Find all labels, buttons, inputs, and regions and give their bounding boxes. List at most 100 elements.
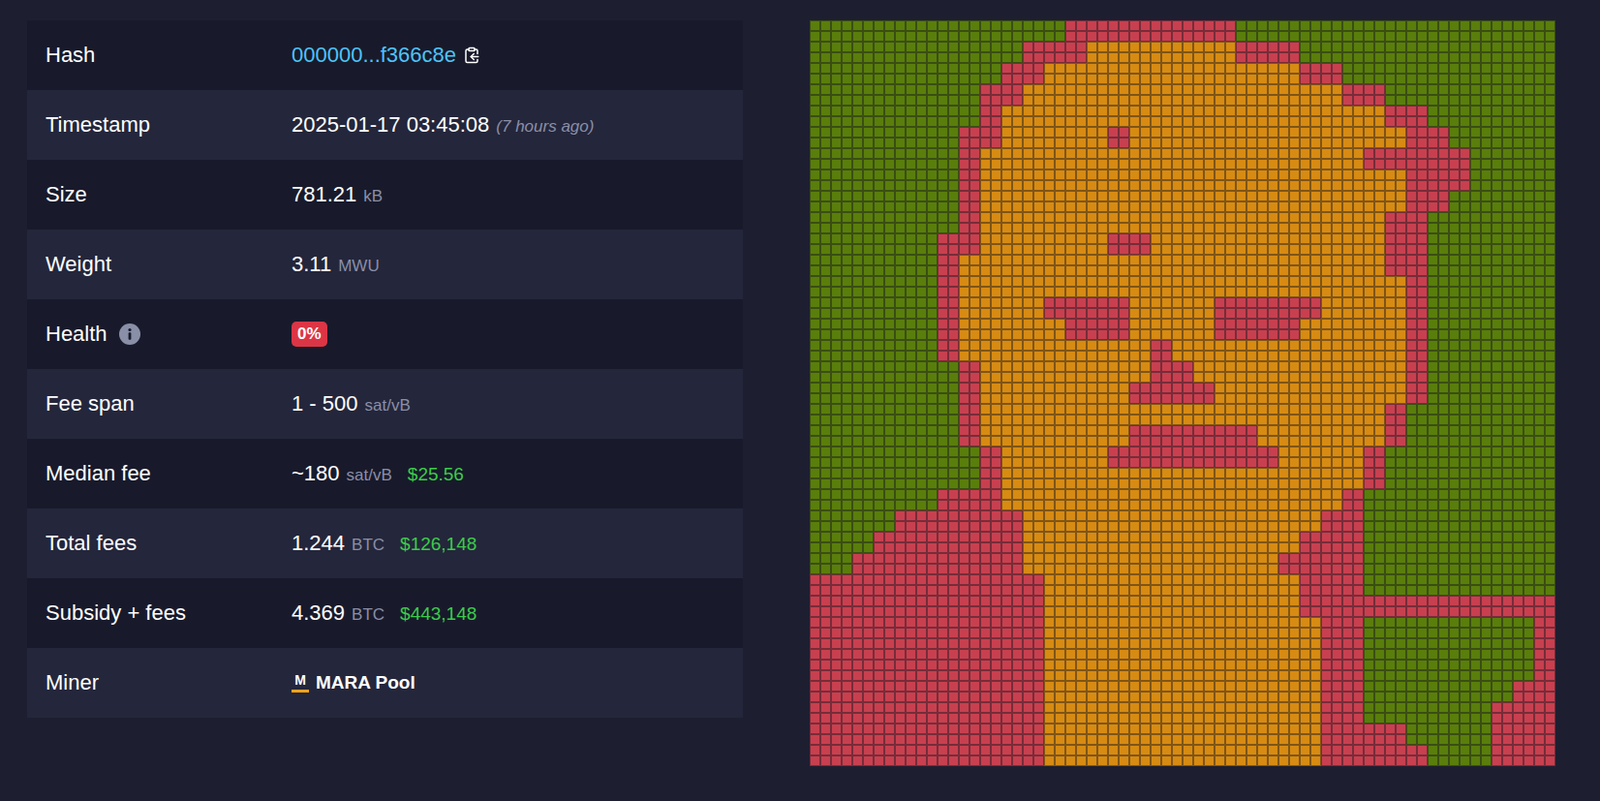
tx-cell[interactable] [1065, 190, 1077, 202]
tx-cell[interactable] [1480, 265, 1492, 277]
tx-cell[interactable] [1214, 276, 1226, 287]
tx-cell[interactable] [1203, 265, 1215, 277]
tx-cell[interactable] [958, 222, 970, 234]
tx-cell[interactable] [1033, 73, 1045, 85]
tx-cell[interactable] [820, 41, 831, 53]
tx-cell[interactable] [1129, 222, 1140, 234]
tx-cell[interactable] [820, 190, 831, 202]
tx-cell[interactable] [1470, 169, 1481, 181]
tx-cell[interactable] [1139, 233, 1151, 245]
tx-cell[interactable] [916, 62, 927, 74]
tx-cell[interactable] [1065, 137, 1077, 149]
tx-cell[interactable] [1331, 180, 1343, 191]
tx-cell[interactable] [1427, 41, 1439, 53]
tx-cell[interactable] [1203, 307, 1215, 319]
tx-cell[interactable] [1438, 276, 1449, 287]
tx-cell[interactable] [1395, 20, 1407, 31]
tx-cell[interactable] [1448, 254, 1460, 266]
tx-cell[interactable] [1544, 190, 1556, 202]
tx-cell[interactable] [1384, 20, 1396, 31]
tx-cell[interactable] [1470, 286, 1481, 298]
tx-cell[interactable] [852, 52, 863, 63]
tx-cell[interactable] [809, 169, 821, 181]
tx-cell[interactable] [1076, 244, 1087, 255]
tx-cell[interactable] [1001, 276, 1013, 287]
tx-cell[interactable] [1353, 73, 1364, 85]
tx-cell[interactable] [1395, 190, 1407, 202]
tx-cell[interactable] [1044, 201, 1055, 213]
tx-cell[interactable] [1118, 126, 1130, 138]
tx-cell[interactable] [1076, 190, 1087, 202]
tx-cell[interactable] [1097, 52, 1108, 63]
tx-cell[interactable] [1502, 73, 1513, 85]
tx-cell[interactable] [1033, 20, 1045, 31]
tx-cell[interactable] [1171, 73, 1183, 85]
tx-cell[interactable] [830, 52, 842, 63]
tx-cell[interactable] [1502, 84, 1513, 95]
tx-cell[interactable] [1289, 254, 1300, 266]
tx-cell[interactable] [1012, 190, 1023, 202]
tx-cell[interactable] [873, 20, 885, 31]
tx-cell[interactable] [1086, 190, 1098, 202]
tx-cell[interactable] [926, 276, 938, 287]
tx-cell[interactable] [1427, 276, 1439, 287]
tx-cell[interactable] [1065, 94, 1077, 106]
tx-cell[interactable] [1331, 105, 1343, 117]
tx-cell[interactable] [1491, 212, 1503, 223]
tx-cell[interactable] [1363, 52, 1375, 63]
tx-cell[interactable] [1246, 233, 1258, 245]
tx-cell[interactable] [1448, 126, 1460, 138]
tx-cell[interactable] [969, 244, 981, 255]
tx-cell[interactable] [1257, 254, 1268, 266]
tx-cell[interactable] [841, 265, 853, 277]
tx-cell[interactable] [1246, 73, 1258, 85]
tx-cell[interactable] [1214, 190, 1226, 202]
tx-cell[interactable] [1171, 148, 1183, 159]
tx-cell[interactable] [948, 169, 959, 181]
tx-cell[interactable] [1139, 126, 1151, 138]
tx-cell[interactable] [1534, 222, 1545, 234]
tx-cell[interactable] [1374, 20, 1385, 31]
tx-cell[interactable] [1384, 126, 1396, 138]
tx-cell[interactable] [990, 286, 1002, 298]
tx-cell[interactable] [1342, 52, 1354, 63]
tx-cell[interactable] [1321, 94, 1332, 106]
tx-cell[interactable] [830, 62, 842, 74]
tx-cell[interactable] [841, 254, 853, 266]
tx-cell[interactable] [1331, 190, 1343, 202]
tx-cell[interactable] [1512, 180, 1524, 191]
tx-cell[interactable] [1395, 222, 1407, 234]
tx-cell[interactable] [862, 233, 874, 245]
tx-cell[interactable] [1544, 254, 1556, 266]
tx-cell[interactable] [1054, 212, 1066, 223]
tx-cell[interactable] [1480, 276, 1492, 287]
tx-cell[interactable] [1065, 158, 1077, 170]
tx-cell[interactable] [1512, 201, 1524, 213]
tx-cell[interactable] [1523, 41, 1535, 53]
tx-cell[interactable] [1342, 265, 1354, 277]
tx-cell[interactable] [1299, 137, 1311, 149]
tx-cell[interactable] [1289, 137, 1300, 149]
tx-cell[interactable] [1427, 244, 1439, 255]
tx-cell[interactable] [1054, 62, 1066, 74]
tx-cell[interactable] [1395, 201, 1407, 213]
tx-cell[interactable] [1118, 30, 1130, 42]
tx-cell[interactable] [1406, 137, 1417, 149]
tx-cell[interactable] [1342, 126, 1354, 138]
tx-cell[interactable] [1065, 126, 1077, 138]
tx-cell[interactable] [937, 73, 949, 85]
tx-cell[interactable] [1321, 116, 1332, 127]
tx-cell[interactable] [905, 126, 917, 138]
tx-cell[interactable] [1278, 137, 1290, 149]
tx-cell[interactable] [1491, 276, 1503, 287]
tx-cell[interactable] [1416, 276, 1428, 287]
tx-cell[interactable] [830, 73, 842, 85]
tx-cell[interactable] [1406, 30, 1417, 42]
tx-cell[interactable] [1470, 276, 1481, 287]
tx-cell[interactable] [926, 201, 938, 213]
tx-cell[interactable] [862, 52, 874, 63]
tx-cell[interactable] [1257, 276, 1268, 287]
tx-cell[interactable] [1470, 73, 1481, 85]
tx-cell[interactable] [1331, 30, 1343, 42]
tx-cell[interactable] [1214, 20, 1226, 31]
